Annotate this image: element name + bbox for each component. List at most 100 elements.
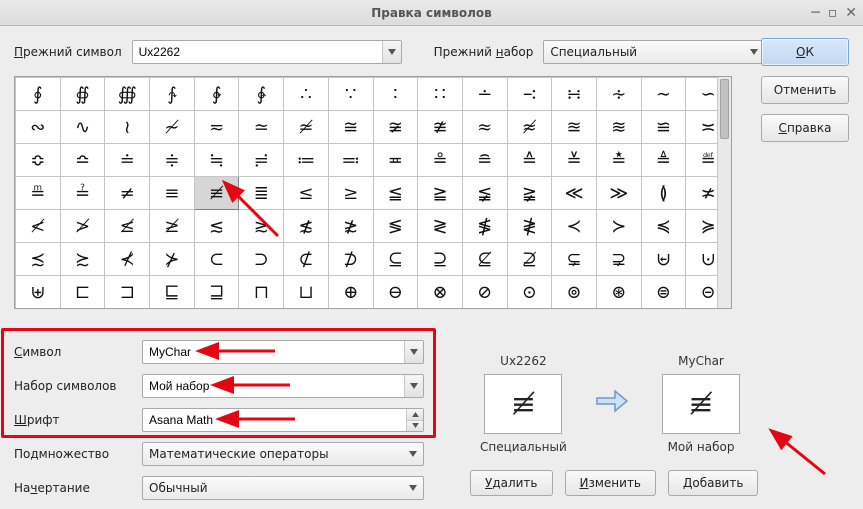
symbol-cell[interactable]: ≲	[194, 210, 239, 243]
font-input[interactable]	[143, 409, 406, 431]
symbol-cell[interactable]: ≩	[507, 177, 552, 210]
symbol-cell[interactable]: ⊕	[328, 276, 373, 309]
symbol-cell[interactable]: ⊑	[150, 276, 195, 309]
symbol-cell[interactable]: ⊀	[105, 243, 150, 276]
prev-set-select[interactable]: Специальный	[543, 40, 765, 64]
symbol-cell[interactable]: ≇	[418, 111, 463, 144]
symbol-cell[interactable]: ⊛	[596, 276, 641, 309]
symbol-cell[interactable]: ≴	[284, 210, 329, 243]
symbol-cell[interactable]: ≡	[150, 177, 195, 210]
cancel-button[interactable]: Отменить	[761, 76, 849, 104]
symbol-cell[interactable]: ≼	[641, 210, 686, 243]
ok-button[interactable]: ОК	[761, 38, 849, 66]
symbol-cell[interactable]: ≜	[641, 144, 686, 177]
symbol-cell[interactable]: ⊆	[373, 243, 418, 276]
symbol-cell[interactable]: ≆	[373, 111, 418, 144]
symbol-cell[interactable]: ≘	[462, 144, 507, 177]
symbol-cell[interactable]: ≬	[641, 177, 686, 210]
symbol-cell[interactable]: ∺	[552, 78, 597, 111]
symbol-cell[interactable]: ≋	[596, 111, 641, 144]
symbol-cell[interactable]: ≔	[284, 144, 329, 177]
symbol-cell[interactable]: ≖	[373, 144, 418, 177]
symbol-cell[interactable]: ≰	[105, 210, 150, 243]
symbol-cell[interactable]: ⊙	[507, 276, 552, 309]
symbol-cell[interactable]: ≙	[507, 144, 552, 177]
chevron-down-icon[interactable]	[382, 41, 401, 63]
symbol-cell[interactable]: ⊎	[16, 276, 61, 309]
symbol-cell[interactable]: ⊖	[373, 276, 418, 309]
symbol-cell[interactable]: ∮	[16, 78, 61, 111]
symbol-cell[interactable]: ≗	[418, 144, 463, 177]
symbol-cell[interactable]: ≹	[507, 210, 552, 243]
symbol-cell[interactable]: ≮	[16, 210, 61, 243]
symbol-cell[interactable]: ≢	[194, 177, 239, 210]
symbol-cell[interactable]: ≷	[418, 210, 463, 243]
symbol-cell[interactable]: ∻	[596, 78, 641, 111]
symbol-cell[interactable]: ≚	[552, 144, 597, 177]
symbol-set-combo[interactable]	[142, 374, 424, 398]
symbol-cell[interactable]: ⊉	[507, 243, 552, 276]
symbol-cell[interactable]: ⊄	[284, 243, 329, 276]
edit-button[interactable]: Изменить	[565, 470, 657, 496]
symbol-cell[interactable]: ≊	[552, 111, 597, 144]
symbol-cell[interactable]: ⊋	[596, 243, 641, 276]
symbol-cell[interactable]: ∱	[150, 78, 195, 111]
delete-button[interactable]: Удалить	[470, 470, 553, 496]
symbol-cell[interactable]: ≥	[328, 177, 373, 210]
symbol-cell[interactable]: ⊒	[194, 276, 239, 309]
symbol-cell[interactable]: ≦	[373, 177, 418, 210]
symbol-combo[interactable]	[142, 340, 424, 364]
symbol-cell[interactable]: ≛	[596, 144, 641, 177]
symbol-cell[interactable]: ⊌	[641, 243, 686, 276]
scrollbar[interactable]	[717, 77, 731, 308]
symbol-cell[interactable]: ≁	[150, 111, 195, 144]
symbol-cell[interactable]: ≏	[60, 144, 105, 177]
symbol-cell[interactable]: ⊅	[328, 243, 373, 276]
chevron-down-icon[interactable]	[403, 485, 423, 491]
symbol-cell[interactable]: ≤	[284, 177, 329, 210]
symbol-cell[interactable]: ≿	[60, 243, 105, 276]
symbol-cell[interactable]: ≳	[239, 210, 284, 243]
symbol-cell[interactable]: ≠	[105, 177, 150, 210]
symbol-cell[interactable]: ≺	[552, 210, 597, 243]
symbol-cell[interactable]: ≃	[239, 111, 284, 144]
symbol-cell[interactable]: ∶	[373, 78, 418, 111]
symbol-cell[interactable]: ⊓	[239, 276, 284, 309]
style-select[interactable]: Обычный	[142, 476, 424, 500]
spin-up-icon[interactable]	[407, 409, 423, 421]
symbol-cell[interactable]: ≫	[596, 177, 641, 210]
symbol-cell[interactable]: ⊂	[194, 243, 239, 276]
add-button[interactable]: Добавить	[668, 470, 758, 496]
symbol-cell[interactable]: ≾	[16, 243, 61, 276]
symbol-cell[interactable]: ∴	[284, 78, 329, 111]
symbol-cell[interactable]: ≯	[60, 210, 105, 243]
symbol-cell[interactable]: ⊗	[418, 276, 463, 309]
symbol-cell[interactable]: ≻	[596, 210, 641, 243]
symbol-cell[interactable]: ≄	[284, 111, 329, 144]
chevron-down-icon[interactable]	[404, 375, 423, 397]
symbol-cell[interactable]: ∰	[105, 78, 150, 111]
symbol-cell[interactable]: ≵	[328, 210, 373, 243]
symbol-cell[interactable]: ≶	[373, 210, 418, 243]
prev-symbol-combo[interactable]	[132, 40, 402, 64]
scrollbar-thumb[interactable]	[720, 79, 729, 139]
font-spin[interactable]	[142, 408, 424, 432]
symbol-cell[interactable]: ⊘	[462, 276, 507, 309]
symbol-cell[interactable]: ≕	[328, 144, 373, 177]
symbol-cell[interactable]: ∼	[641, 78, 686, 111]
symbol-cell[interactable]: ≀	[105, 111, 150, 144]
help-button[interactable]: Справка	[761, 114, 849, 142]
symbol-cell[interactable]: ≈	[462, 111, 507, 144]
symbol-cell[interactable]: ≐	[105, 144, 150, 177]
symbol-cell[interactable]: ≑	[150, 144, 195, 177]
prev-symbol-input[interactable]	[133, 41, 382, 63]
symbol-set-input[interactable]	[143, 375, 404, 397]
chevron-down-icon[interactable]	[404, 341, 423, 363]
symbol-cell[interactable]: ≞	[16, 177, 61, 210]
symbol-cell[interactable]: ⊊	[552, 243, 597, 276]
symbol-cell[interactable]: ≣	[239, 177, 284, 210]
symbol-cell[interactable]: ≒	[194, 144, 239, 177]
symbol-cell[interactable]: ⊃	[239, 243, 284, 276]
symbol-cell[interactable]: ⊜	[641, 276, 686, 309]
symbol-cell[interactable]: ∿	[60, 111, 105, 144]
